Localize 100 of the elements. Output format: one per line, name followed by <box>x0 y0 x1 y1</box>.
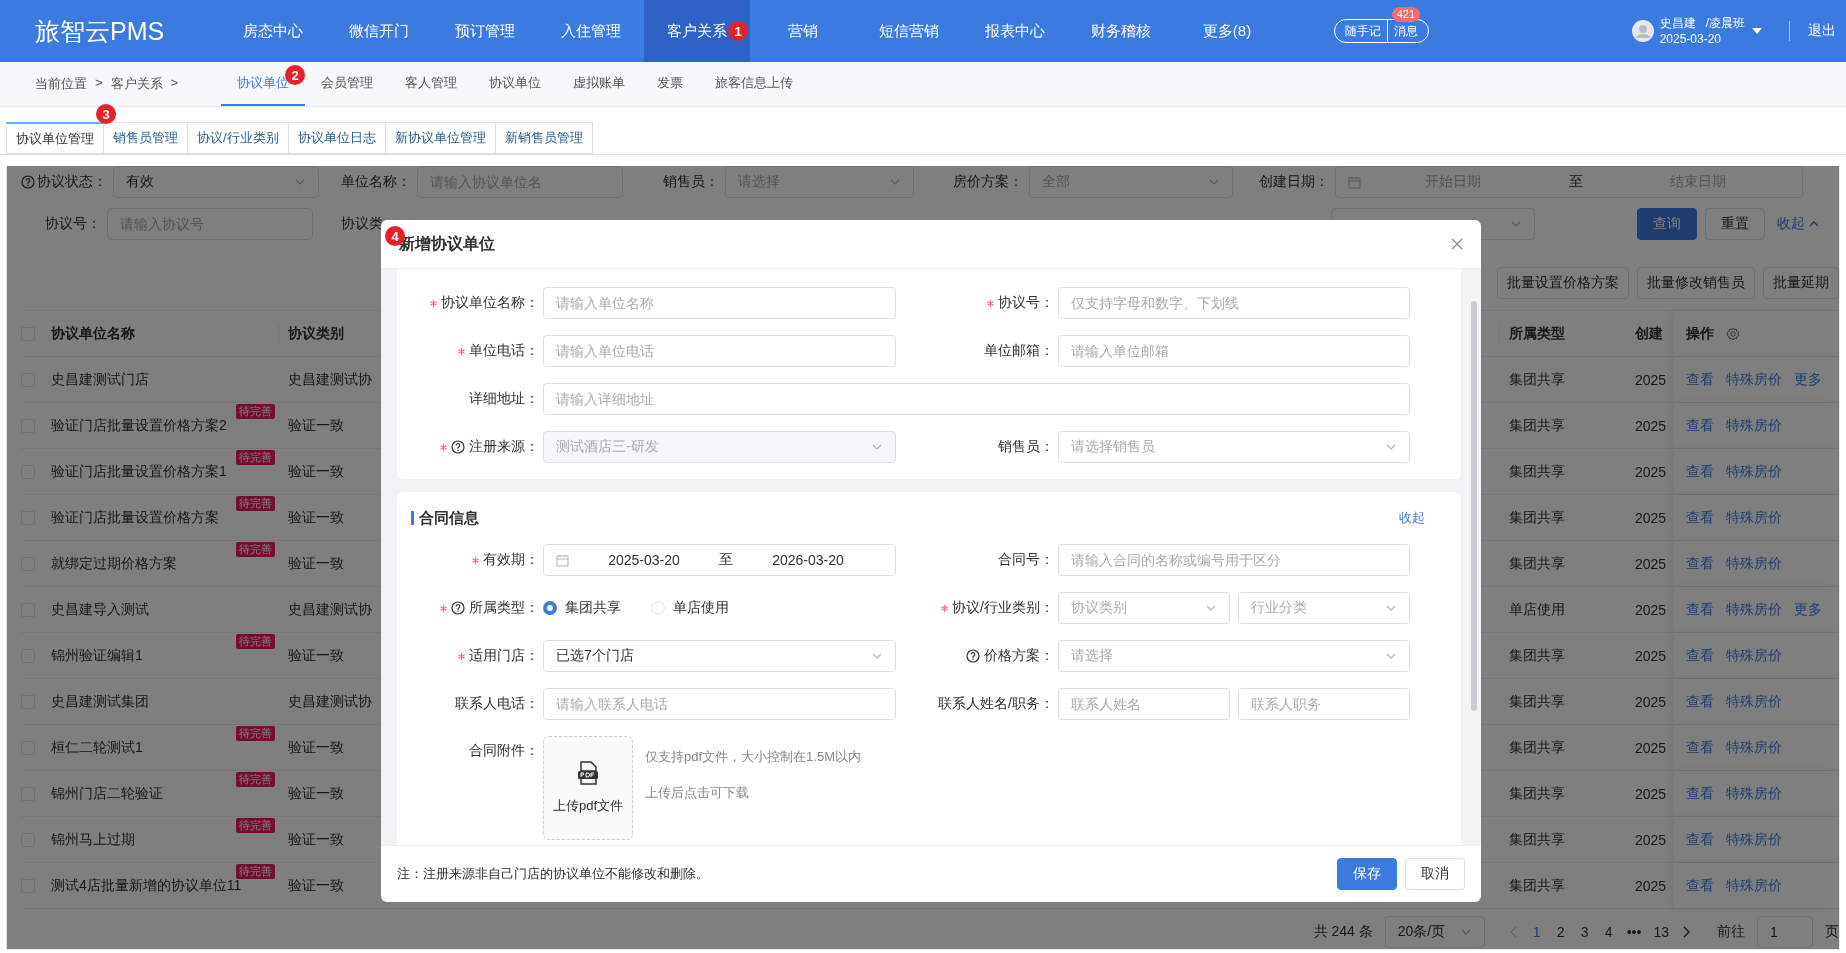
notes-button[interactable]: 随手记 <box>1339 22 1387 40</box>
action-link[interactable]: 查看 <box>1686 876 1714 895</box>
page-number[interactable]: 13 <box>1653 924 1669 940</box>
text-field[interactable]: 请输入合同的名称或编号用于区分 <box>1058 544 1410 576</box>
page-number[interactable]: 3 <box>1578 924 1591 940</box>
date-range-field[interactable]: 2025-03-20 至 2026-03-20 <box>543 544 896 576</box>
action-link[interactable]: 查看 <box>1686 646 1714 665</box>
batch-button[interactable]: 批量修改销售员 <box>1637 267 1755 299</box>
tab[interactable]: 协议单位管理 <box>6 122 104 154</box>
action-link[interactable]: 特殊房价 <box>1726 600 1782 619</box>
action-link[interactable]: 查看 <box>1686 738 1714 757</box>
messages-button[interactable]: 消息 <box>1388 22 1424 40</box>
dropdown[interactable]: 已选7个门店 <box>543 640 896 672</box>
cancel-button[interactable]: 取消 <box>1405 858 1465 890</box>
action-link[interactable]: 查看 <box>1686 600 1714 619</box>
tab[interactable]: 新协议单位管理 <box>385 122 496 154</box>
text-field[interactable]: 请输入单位邮箱 <box>1058 335 1410 367</box>
action-link[interactable]: 查看 <box>1686 692 1714 711</box>
save-button[interactable]: 保存 <box>1337 858 1397 890</box>
nav-item[interactable]: 预订管理 <box>432 0 538 62</box>
nav-item[interactable]: 入住管理 <box>538 0 644 62</box>
table-cell: 验证一致 <box>288 646 344 665</box>
search-button[interactable]: 查询 <box>1637 208 1697 240</box>
field-label: 注册来源： <box>397 438 543 456</box>
action-link[interactable]: 查看 <box>1686 554 1714 573</box>
dropdown[interactable]: 请选择销售员 <box>1058 431 1410 463</box>
sub-nav-tab[interactable]: 客人管理 <box>389 62 473 106</box>
action-link[interactable]: 特殊房价 <box>1726 554 1782 573</box>
page-number[interactable]: 4 <box>1602 924 1615 940</box>
collapse-link[interactable]: 收起 <box>1399 509 1425 527</box>
text-field[interactable]: 联系人职务 <box>1238 688 1410 720</box>
nav-item[interactable]: 微信开门 <box>326 0 432 62</box>
dropdown[interactable]: 有效 <box>113 166 319 198</box>
action-link[interactable]: 特殊房价 <box>1726 784 1782 803</box>
text-field[interactable]: 请输入联系人电话 <box>543 688 896 720</box>
action-link[interactable]: 查看 <box>1686 462 1714 481</box>
settings-icon[interactable] <box>1726 326 1740 341</box>
radio-button[interactable] <box>543 601 557 615</box>
text-field[interactable]: 请输入单位电话 <box>543 335 896 367</box>
reset-button[interactable]: 重置 <box>1705 208 1765 240</box>
sub-nav-tab[interactable]: 旅客信息上传 <box>699 62 809 106</box>
action-link[interactable]: 查看 <box>1686 370 1714 389</box>
page-size-dropdown[interactable]: 20条/页 <box>1384 916 1485 948</box>
action-link[interactable]: 特殊房价 <box>1726 508 1782 527</box>
action-link[interactable]: 查看 <box>1686 784 1714 803</box>
nav-item[interactable]: 更多(8) <box>1174 0 1280 62</box>
nav-item[interactable]: 营销 <box>750 0 856 62</box>
page-number[interactable]: 2 <box>1554 924 1567 940</box>
dropdown[interactable]: 协议类别 <box>1058 592 1230 624</box>
action-link[interactable]: 特殊房价 <box>1726 416 1782 435</box>
nav-item[interactable]: 房态中心 <box>220 0 326 62</box>
upload-area[interactable]: 上传pdf文件 <box>543 736 633 840</box>
tab[interactable]: 新销售员管理 <box>495 122 593 154</box>
logout-link[interactable]: 退出 <box>1808 22 1836 40</box>
scrollbar[interactable] <box>1471 301 1477 711</box>
collapse-link[interactable]: 收起 <box>1777 215 1819 233</box>
next-page-icon[interactable] <box>1681 926 1691 938</box>
field-label: 适用门店： <box>397 647 543 665</box>
nav-item[interactable]: 财务稽核 <box>1068 0 1174 62</box>
action-link[interactable]: 查看 <box>1686 830 1714 849</box>
caret-icon[interactable] <box>1751 27 1763 35</box>
action-link[interactable]: 特殊房价 <box>1726 646 1782 665</box>
calendar-icon <box>1348 175 1361 189</box>
action-link[interactable]: 更多 <box>1794 600 1822 619</box>
more-pages[interactable]: ••• <box>1626 924 1642 940</box>
action-link[interactable]: 特殊房价 <box>1726 738 1782 757</box>
action-link[interactable]: 特殊房价 <box>1726 876 1782 895</box>
action-link[interactable]: 特殊房价 <box>1726 462 1782 481</box>
text-field[interactable]: 请输入详细地址 <box>543 383 1410 415</box>
tab[interactable]: 协议单位日志 <box>288 122 386 154</box>
batch-button[interactable]: 批量设置价格方案 <box>1497 267 1629 299</box>
status-tag: 待完善 <box>236 542 275 557</box>
nav-item[interactable]: 短信营销 <box>856 0 962 62</box>
sub-nav-tab[interactable]: 会员管理 <box>305 62 389 106</box>
text-field[interactable]: 仅支持字母和数字、下划线 <box>1058 287 1410 319</box>
tab[interactable]: 协议/行业类别 <box>188 122 289 154</box>
action-link[interactable]: 特殊房价 <box>1726 830 1782 849</box>
action-link[interactable]: 查看 <box>1686 508 1714 527</box>
sub-nav-tab[interactable]: 虚拟账单 <box>557 62 641 106</box>
dropdown[interactable]: 请选择 <box>1058 640 1410 672</box>
sub-nav-tab[interactable]: 协议单位 <box>473 62 557 106</box>
table-cell: 验证一致 <box>288 416 344 435</box>
text-field[interactable]: 联系人姓名 <box>1058 688 1230 720</box>
action-link[interactable]: 查看 <box>1686 416 1714 435</box>
radio-label[interactable]: 单店使用 <box>673 599 729 617</box>
dropdown[interactable]: 行业分类 <box>1238 592 1410 624</box>
filter-label: 房价方案： <box>953 173 1024 191</box>
page-input[interactable]: 1 <box>1757 916 1813 948</box>
batch-button[interactable]: 批量延期 <box>1763 267 1839 299</box>
page-number[interactable]: 1 <box>1530 924 1543 940</box>
field-label: 协议单位名称： <box>397 294 543 312</box>
tab[interactable]: 销售员管理 <box>104 122 188 154</box>
action-link[interactable]: 特殊房价 <box>1726 370 1782 389</box>
text-field[interactable]: 请输入单位名称 <box>543 287 896 319</box>
radio-label[interactable]: 集团共享 <box>565 599 621 617</box>
sub-nav-tab[interactable]: 发票 <box>641 62 699 106</box>
close-icon[interactable] <box>1451 238 1463 250</box>
nav-item[interactable]: 报表中心 <box>962 0 1068 62</box>
action-link[interactable]: 更多 <box>1794 370 1822 389</box>
action-link[interactable]: 特殊房价 <box>1726 692 1782 711</box>
